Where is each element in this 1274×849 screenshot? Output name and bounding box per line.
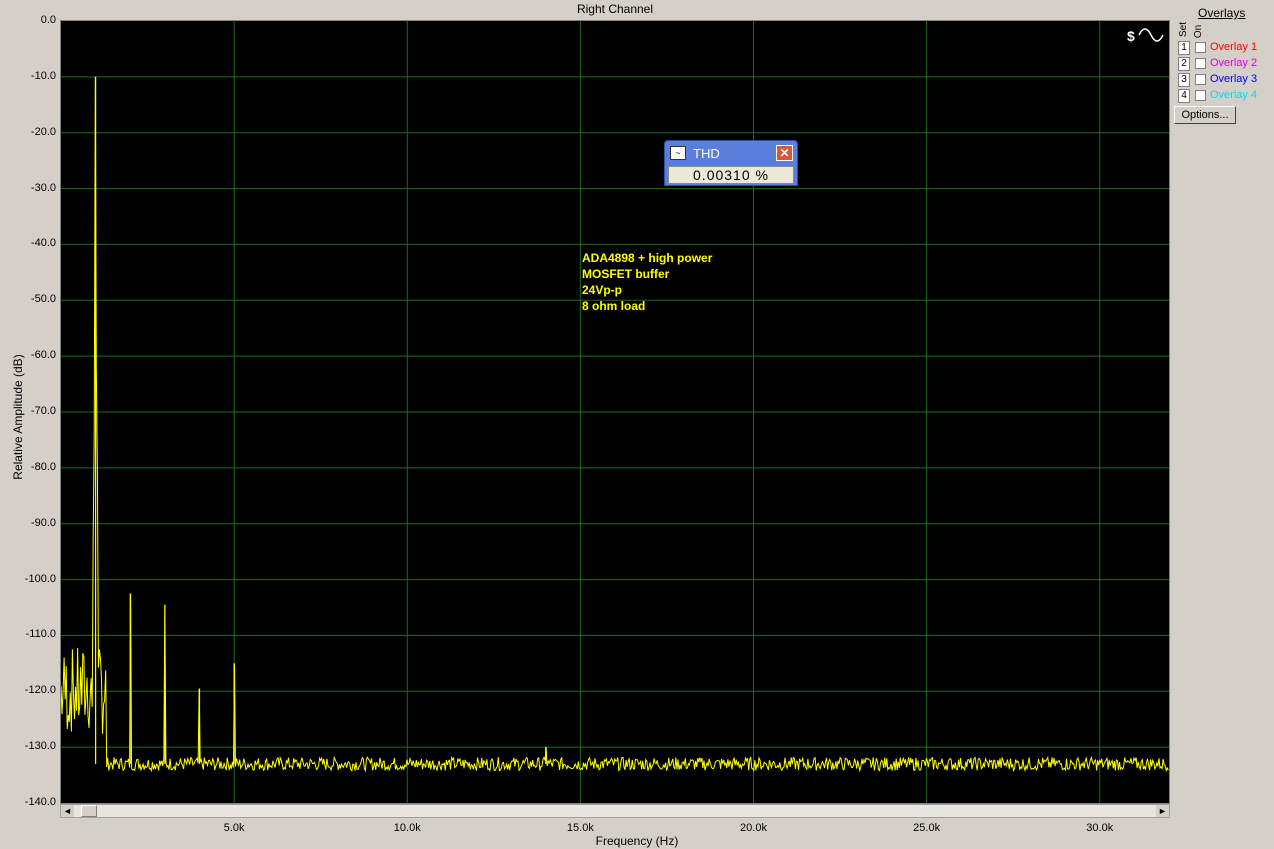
x-tick-label: 5.0k (223, 822, 245, 834)
overlays-title: Overlays (1198, 6, 1246, 20)
overlay-on-checkbox-4[interactable] (1195, 90, 1206, 101)
plot-annotation: ADA4898 + high power MOSFET buffer 24Vp-… (582, 250, 712, 314)
overlay-on-checkbox-2[interactable] (1195, 58, 1206, 69)
overlay-set-button-3[interactable]: 3 (1178, 73, 1190, 87)
plot-area: ADA4898 + high power MOSFET buffer 24Vp-… (60, 20, 1170, 804)
horizontal-scrollbar[interactable]: ◄ ► (60, 804, 1170, 818)
y-axis-label: Relative Amplitude (dB) (11, 354, 25, 480)
annotation-line-3: 24Vp-p (582, 283, 623, 297)
x-tick-label: 25.0k (913, 822, 941, 834)
scroll-right-button[interactable]: ► (1156, 805, 1169, 817)
y-tick-label: -140.0 (24, 796, 56, 808)
options-button[interactable]: Options... (1174, 106, 1236, 124)
overlay-set-button-1[interactable]: 1 (1178, 41, 1190, 55)
y-tick-label: -40.0 (30, 237, 56, 250)
chart-title: Right Channel (576, 2, 654, 16)
set-column-label: Set (1178, 21, 1190, 38)
scroll-thumb[interactable] (81, 805, 97, 817)
y-tick-label: -20.0 (30, 125, 56, 138)
thd-title: THD (693, 146, 720, 161)
overlay-on-checkbox-3[interactable] (1195, 74, 1206, 85)
x-axis-label: Frequency (Hz) (595, 834, 679, 848)
overlay-label-3: Overlay 3 (1210, 73, 1258, 85)
svg-text:$: $ (1127, 28, 1135, 44)
y-tick-label: 0.0 (40, 14, 56, 26)
thd-window[interactable]: ~ THD ✕ 0.00310 % (664, 140, 798, 186)
y-tick-label: -120.0 (24, 684, 56, 697)
overlay-label-4: Overlay 4 (1210, 89, 1258, 101)
y-tick-label: -30.0 (30, 181, 56, 194)
annotation-line-2: MOSFET buffer (582, 267, 670, 281)
y-tick-label: -100.0 (24, 572, 56, 585)
annotation-line-1: ADA4898 + high power (582, 251, 713, 265)
x-tick-label: 15.0k (566, 822, 594, 834)
spectrum-trace (61, 76, 1169, 773)
overlay-set-button-4[interactable]: 4 (1178, 89, 1190, 103)
x-tick-label: 20.0k (740, 822, 767, 834)
y-tick-label: -70.0 (30, 405, 56, 417)
thd-titlebar[interactable]: ~ THD ✕ (665, 141, 797, 165)
scroll-left-button[interactable]: ◄ (61, 805, 74, 817)
y-tick-label: -10.0 (30, 69, 56, 82)
overlay-set-button-2[interactable]: 2 (1178, 57, 1190, 71)
sine-wave-icon[interactable]: $ (1127, 25, 1167, 45)
on-column-label: On (1193, 24, 1205, 39)
waveform-icon: ~ (670, 146, 686, 160)
y-tick-label: -110.0 (25, 628, 56, 641)
y-tick-label: -50.0 (30, 293, 56, 306)
x-tick-label: 30.0k (1086, 822, 1114, 834)
close-icon[interactable]: ✕ (776, 145, 793, 161)
y-tick-label: -130.0 (24, 740, 56, 753)
spectrum-chart (61, 21, 1169, 803)
annotation-line-4: 8 ohm load (582, 299, 646, 313)
overlay-on-checkbox-1[interactable] (1195, 42, 1206, 53)
y-tick-label: -90.0 (30, 516, 56, 529)
overlay-label-2: Overlay 2 (1210, 57, 1258, 69)
thd-value: 0.00310 % (668, 166, 794, 184)
x-tick-label: 10.0k (393, 822, 421, 834)
overlay-label-1: Overlay 1 (1210, 41, 1258, 53)
y-tick-label: -80.0 (30, 460, 56, 473)
y-tick-label: -60.0 (30, 349, 56, 362)
